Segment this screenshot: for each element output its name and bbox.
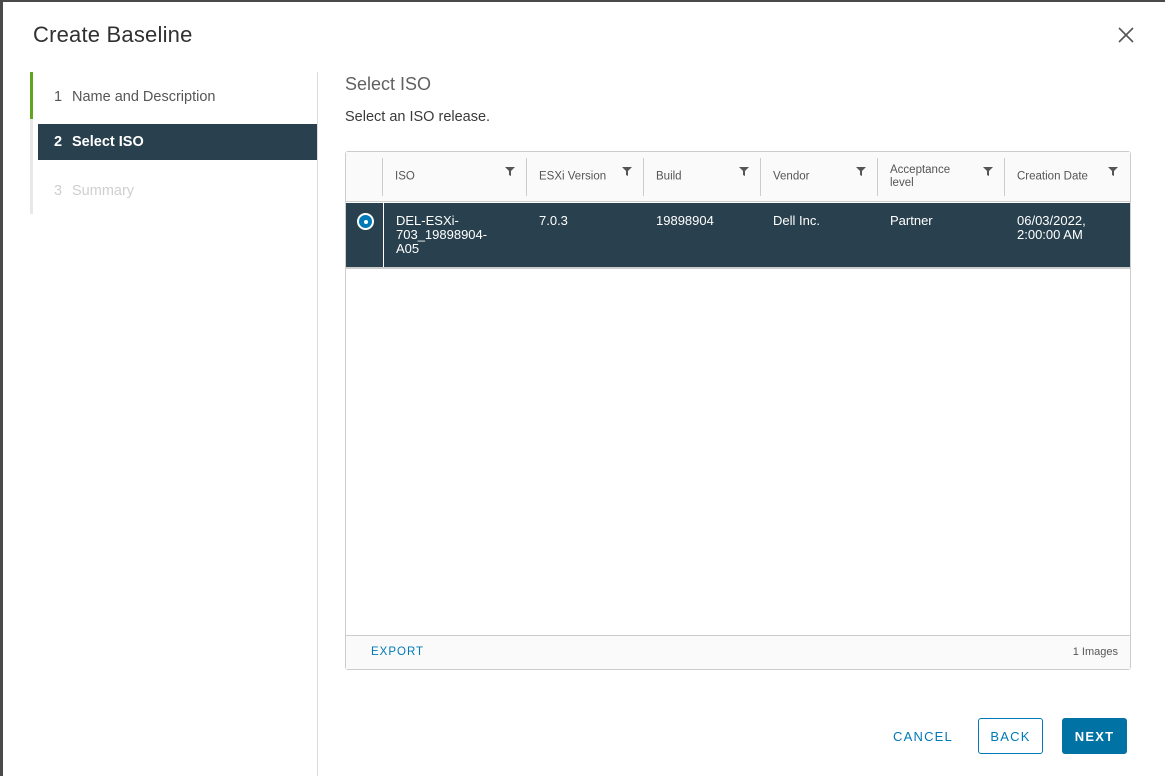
step-number: 2: [54, 134, 63, 150]
row-select-radio[interactable]: [357, 213, 374, 230]
column-label: ESXi Version: [539, 170, 607, 183]
step-label: Name and Description: [72, 89, 216, 105]
filter-icon[interactable]: [983, 166, 993, 176]
column-label: ISO: [395, 170, 415, 183]
row-divider: [346, 267, 1130, 269]
step-select-iso[interactable]: 2 Select ISO: [38, 124, 317, 160]
step-summary: 3 Summary: [38, 173, 317, 209]
column-header-esxi-version[interactable]: ESXi Version: [527, 152, 644, 202]
step-progress-indicator: [30, 72, 33, 119]
column-label: Build: [656, 170, 682, 183]
step-label: Summary: [72, 183, 135, 199]
table-row[interactable]: DEL-ESXi-703_19898904-A05 7.0.3 19898904…: [346, 203, 1130, 267]
next-button[interactable]: NEXT: [1062, 718, 1127, 754]
grid-footer: EXPORT 1 Images: [346, 635, 1130, 669]
row-separator: [383, 203, 384, 267]
export-button[interactable]: EXPORT: [371, 646, 424, 658]
cell-build: 19898904: [656, 213, 714, 228]
column-header-creation-date[interactable]: Creation Date: [1005, 152, 1130, 202]
dialog-title: Create Baseline: [33, 22, 193, 47]
cell-acceptance-level: Partner: [890, 213, 933, 228]
filter-icon[interactable]: [739, 166, 749, 176]
column-label: Acceptance level: [890, 164, 951, 189]
close-icon: [1118, 27, 1134, 43]
iso-datagrid: ISO ESXi Version Build Vendor Acceptance: [345, 151, 1131, 670]
column-header-vendor[interactable]: Vendor: [761, 152, 878, 202]
column-label: Creation Date: [1017, 170, 1088, 183]
filter-icon[interactable]: [856, 166, 866, 176]
select-column-header: [346, 152, 383, 202]
item-count: 1 Images: [1072, 646, 1118, 658]
cell-iso: DEL-ESXi-703_19898904-A05: [396, 213, 488, 256]
back-button[interactable]: BACK: [978, 718, 1043, 754]
cancel-button[interactable]: CANCEL: [885, 718, 961, 754]
column-label: Vendor: [773, 170, 810, 183]
step-label: Select ISO: [72, 134, 144, 150]
cell-vendor: Dell Inc.: [773, 213, 820, 228]
wizard-step-nav: 1 Name and Description 2 Select ISO 3 Su…: [30, 72, 318, 776]
cell-creation-date: 06/03/2022, 2:00:00 AM: [1017, 213, 1086, 242]
step-name-and-description[interactable]: 1 Name and Description: [38, 79, 317, 115]
column-header-iso[interactable]: ISO: [383, 152, 527, 202]
filter-icon[interactable]: [1108, 166, 1118, 176]
close-button[interactable]: [1115, 24, 1137, 46]
section-title: Select ISO: [345, 74, 432, 94]
step-number: 3: [54, 183, 63, 199]
step-number: 1: [54, 89, 63, 105]
section-description: Select an ISO release.: [345, 109, 491, 125]
filter-icon[interactable]: [622, 166, 632, 176]
filter-icon[interactable]: [505, 166, 515, 176]
column-header-acceptance-level[interactable]: Acceptance level: [878, 152, 1005, 202]
create-baseline-dialog: Create Baseline 1 Name and Description 2…: [3, 2, 1165, 776]
column-header-build[interactable]: Build: [644, 152, 761, 202]
grid-header: ISO ESXi Version Build Vendor Acceptance: [346, 152, 1130, 202]
nav-divider: [317, 72, 318, 776]
cell-esxi-version: 7.0.3: [539, 213, 568, 228]
